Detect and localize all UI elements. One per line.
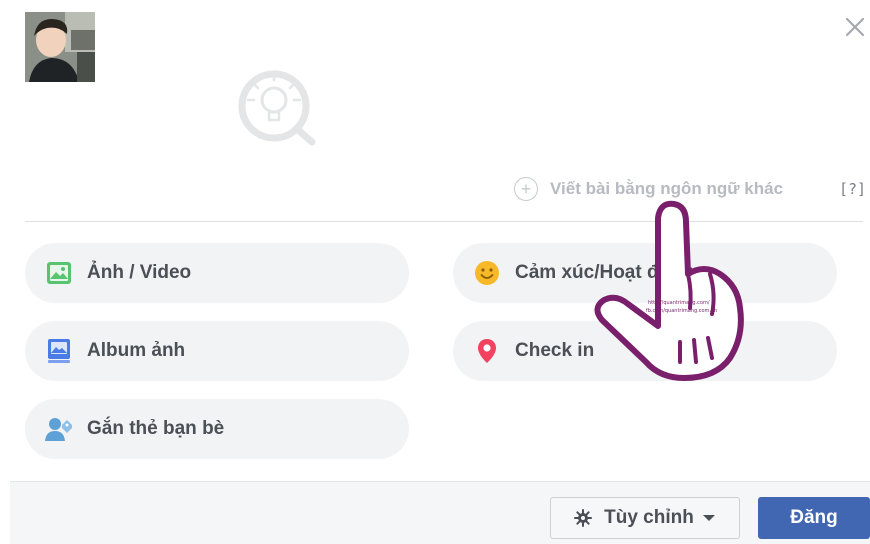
post-button[interactable]: Đăng xyxy=(758,497,870,539)
check-in-label: Check in xyxy=(515,340,595,361)
customize-button[interactable]: Tùy chỉnh xyxy=(550,497,740,539)
check-in-button[interactable]: Check in xyxy=(453,321,837,381)
composer-footer xyxy=(10,481,870,544)
hand-caption-line2: fb.com/quantrimang.com.vn xyxy=(646,308,717,314)
user-avatar[interactable] xyxy=(25,12,95,82)
write-other-language-label: Viết bài bằng ngôn ngữ khác xyxy=(550,179,784,198)
photo-video-label: Ảnh / Video xyxy=(87,262,192,283)
feeling-activity-button[interactable]: Cảm xúc/Hoạt động xyxy=(453,243,837,303)
photo-album-button[interactable]: Album ảnh xyxy=(25,321,409,381)
watermark-logo xyxy=(232,60,632,150)
location-pin-icon xyxy=(473,337,501,365)
close-button[interactable] xyxy=(842,14,868,40)
chevron-down-icon xyxy=(702,513,716,523)
photo-album-icon xyxy=(45,337,73,365)
photo-album-label: Album ảnh xyxy=(87,340,186,361)
feeling-activity-label: Cảm xúc/Hoạt động xyxy=(515,262,694,283)
photo-video-icon xyxy=(45,259,73,287)
photo-video-button[interactable]: Ảnh / Video xyxy=(25,243,409,303)
gear-icon xyxy=(574,509,593,527)
post-composer: + Viết bài bằng ngôn ngữ khác [?] Ảnh / … xyxy=(0,0,870,544)
tag-friends-icon xyxy=(45,415,73,443)
help-link[interactable]: [?] xyxy=(839,180,866,198)
feeling-emoji-icon xyxy=(473,259,501,287)
add-circle-icon: + xyxy=(514,177,538,201)
close-icon xyxy=(845,17,865,37)
tag-friends-button[interactable]: Gắn thẻ bạn bè xyxy=(25,399,409,459)
write-other-language-link[interactable]: + Viết bài bằng ngôn ngữ khác xyxy=(514,176,783,202)
customize-label: Tùy chỉnh xyxy=(604,507,694,528)
divider xyxy=(25,221,863,222)
tag-friends-label: Gắn thẻ bạn bè xyxy=(87,418,225,439)
